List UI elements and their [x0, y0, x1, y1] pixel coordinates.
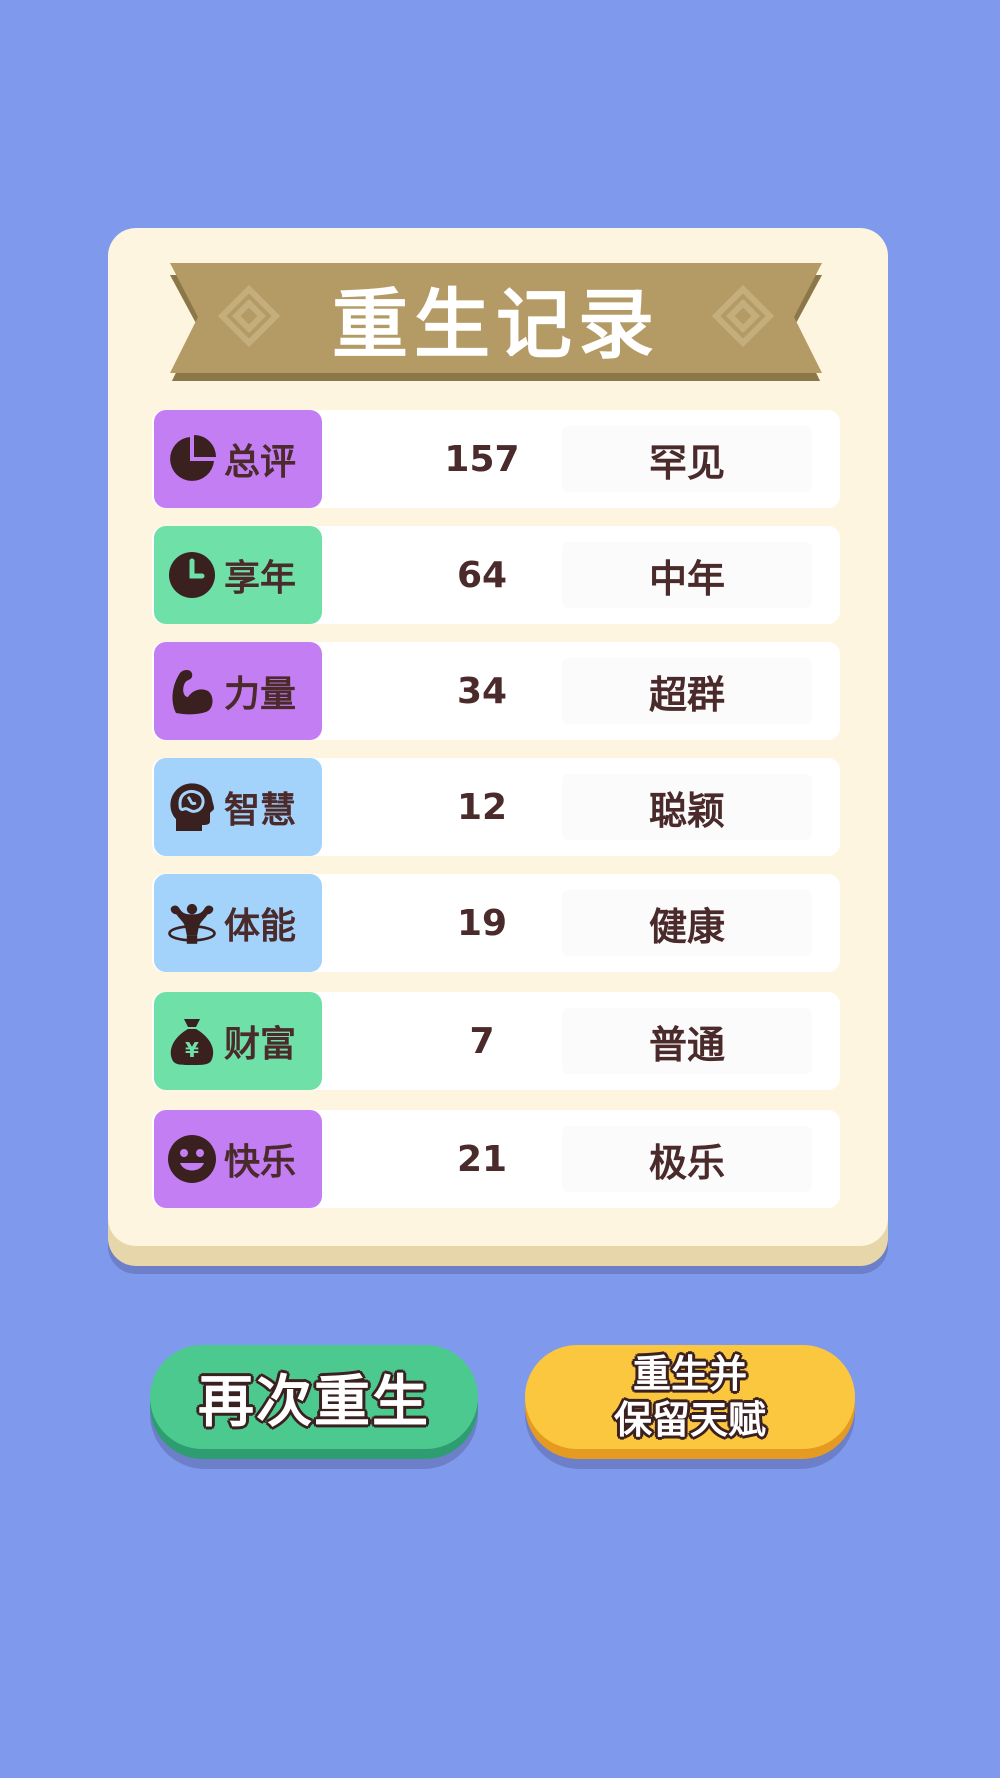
- stat-tag: 力量: [154, 642, 322, 740]
- stat-row-overall: 总评 157 罕见: [152, 410, 840, 508]
- stat-grade: 普通: [562, 1008, 812, 1074]
- stat-value: 12: [456, 786, 508, 828]
- stat-grade: 健康: [562, 890, 812, 956]
- stat-row-wisdom: 智慧 12 聪颖: [152, 758, 840, 856]
- stat-tag: 体能: [154, 874, 322, 972]
- stat-tag: 享年: [154, 526, 322, 624]
- stat-grade: 超群: [562, 658, 812, 724]
- smiley-face-icon: [166, 1133, 218, 1185]
- stat-value: 19: [456, 902, 508, 944]
- rebirth-again-button-wrap: 再次重生: [150, 1345, 478, 1469]
- rebirth-keep-label-line2: 保留天赋: [613, 1398, 766, 1442]
- stat-tag: 总评: [154, 410, 322, 508]
- clock-icon: [166, 549, 218, 601]
- stat-grade: 罕见: [562, 426, 812, 492]
- flexed-arm-icon: [166, 665, 218, 717]
- stat-grade: 聪颖: [562, 774, 812, 840]
- game-screen: 重生记录 总评 157 罕见 享年 64 中年 力量 34 超群 智慧 12 聪…: [0, 0, 1000, 1778]
- stat-row-age: 享年 64 中年: [152, 526, 840, 624]
- stat-value: 21: [456, 1138, 508, 1180]
- pie-chart-icon: [166, 433, 218, 485]
- money-bag-icon: ¥: [166, 1015, 218, 1067]
- stat-value: 7: [469, 1020, 495, 1062]
- rebirth-again-button[interactable]: 再次重生: [150, 1345, 478, 1449]
- rebirth-keep-talent-button[interactable]: 重生并 保留天赋: [525, 1345, 855, 1449]
- stat-tag: 快乐: [154, 1110, 322, 1208]
- stat-value: 64: [456, 554, 508, 596]
- svg-text:¥: ¥: [185, 1038, 199, 1062]
- stat-tag: 智慧: [154, 758, 322, 856]
- stat-grade: 极乐: [562, 1126, 812, 1192]
- stat-value: 34: [456, 670, 508, 712]
- stat-grade: 中年: [562, 542, 812, 608]
- stat-label: 体能: [224, 906, 297, 947]
- stat-label: 总评: [224, 442, 297, 483]
- stat-row-strength: 力量 34 超群: [152, 642, 840, 740]
- stat-tag: ¥ 财富: [154, 992, 322, 1090]
- stat-value: 157: [444, 438, 520, 480]
- brain-head-icon: [166, 781, 218, 833]
- stat-label: 力量: [224, 674, 297, 715]
- title-banner: 重生记录: [168, 263, 824, 381]
- stat-label: 财富: [224, 1024, 297, 1065]
- rebirth-keep-talent-button-wrap: 重生并 保留天赋: [525, 1345, 855, 1469]
- stat-label: 享年: [224, 558, 297, 599]
- rebirth-again-label: 再次重生: [198, 1369, 430, 1435]
- rebirth-keep-label-line1: 重生并: [632, 1352, 747, 1396]
- stat-row-wealth: ¥ 财富 7 普通: [152, 992, 840, 1090]
- stat-label: 快乐: [224, 1142, 297, 1183]
- muscle-man-icon: [166, 897, 218, 949]
- banner-title: 重生记录: [332, 280, 660, 369]
- stat-label: 智慧: [224, 790, 297, 831]
- stat-row-happiness: 快乐 21 极乐: [152, 1110, 840, 1208]
- stat-row-stamina: 体能 19 健康: [152, 874, 840, 972]
